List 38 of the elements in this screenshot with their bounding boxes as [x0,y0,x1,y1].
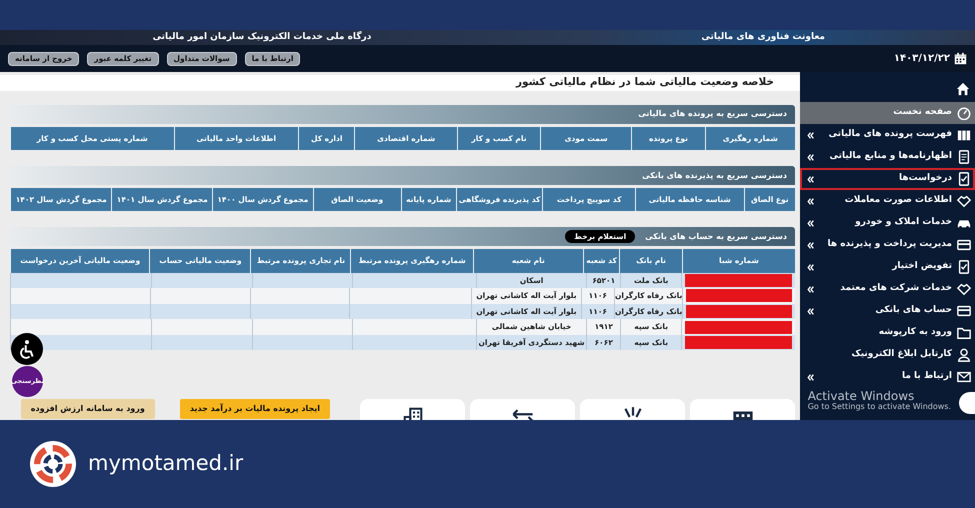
sidebar-item[interactable]: درخواست‌ها [800,168,975,190]
date-text: ۱۴۰۳/۱۲/۲۲ [894,52,950,66]
checked-document-icon [957,172,971,186]
section-title: دسترسی سریع به پذیرنده های بانکی [642,170,787,182]
sidebar-item[interactable]: فهرست پرونده های مالیاتی [800,124,975,146]
sidebar-item[interactable]: ورود به کارپوشه [800,322,975,344]
portal-title: درگاه ملی خدمات الکترونیک سازمان امور مالیاتی [152,30,372,44]
logo-icon [30,441,76,487]
agency-title: معاونت فناوری های مالیاتی [701,30,825,44]
sidebar-item[interactable]: کارتابل ابلاغ الکترونیک [800,344,975,366]
calendar-icon [954,52,967,65]
section-title: دسترسی سریع به پرونده های مالیاتی [638,108,787,120]
document-icon [957,150,971,164]
page-title: خلاصه وضعیت مالیاتی شما در نظام مالیاتی کشور [0,75,800,91]
home-icon[interactable] [956,82,970,96]
user-icon [957,348,971,362]
folders-icon [957,128,971,142]
sidebar-item[interactable]: حساب های بانکی [800,300,975,322]
sidebar-item[interactable]: اظهارنامه‌ها و منابع مالیاتی [800,146,975,168]
activation-hint: Go to Settings to activate Windows. [808,403,951,412]
sidebar-item[interactable]: اطلاعات صورت معاملات [800,190,975,212]
card-icon [957,238,971,252]
sidebar-item[interactable]: مدیریت پرداخت و پذیرنده ها [800,234,975,256]
section-title: دسترسی سریع به حساب های بانکی [645,230,787,243]
folder-icon [957,326,971,340]
sidebar-item[interactable]: صفحه نخست [800,102,975,124]
action-button[interactable]: ایجاد پرونده مالیات بر درآمد جدید [180,399,330,420]
sidebar-item[interactable]: تفویض اختیار [800,256,975,278]
activation-notice: Activate Windows [808,390,914,404]
card-icon [957,304,971,318]
sidebar-item[interactable]: ارتباط با ما [800,366,975,388]
checked-document-icon [957,260,971,274]
envelope-icon [957,370,971,384]
site-name[interactable]: mymotamed.ir [88,448,244,480]
sidebar-item[interactable]: خدمات املاک و خودرو [800,212,975,234]
dashboard-icon [957,106,971,120]
sidebar-item[interactable]: خدمات شرکت های معتمد [800,278,975,300]
action-button[interactable]: ورود به سامانه ارزش افزوده [20,399,155,420]
